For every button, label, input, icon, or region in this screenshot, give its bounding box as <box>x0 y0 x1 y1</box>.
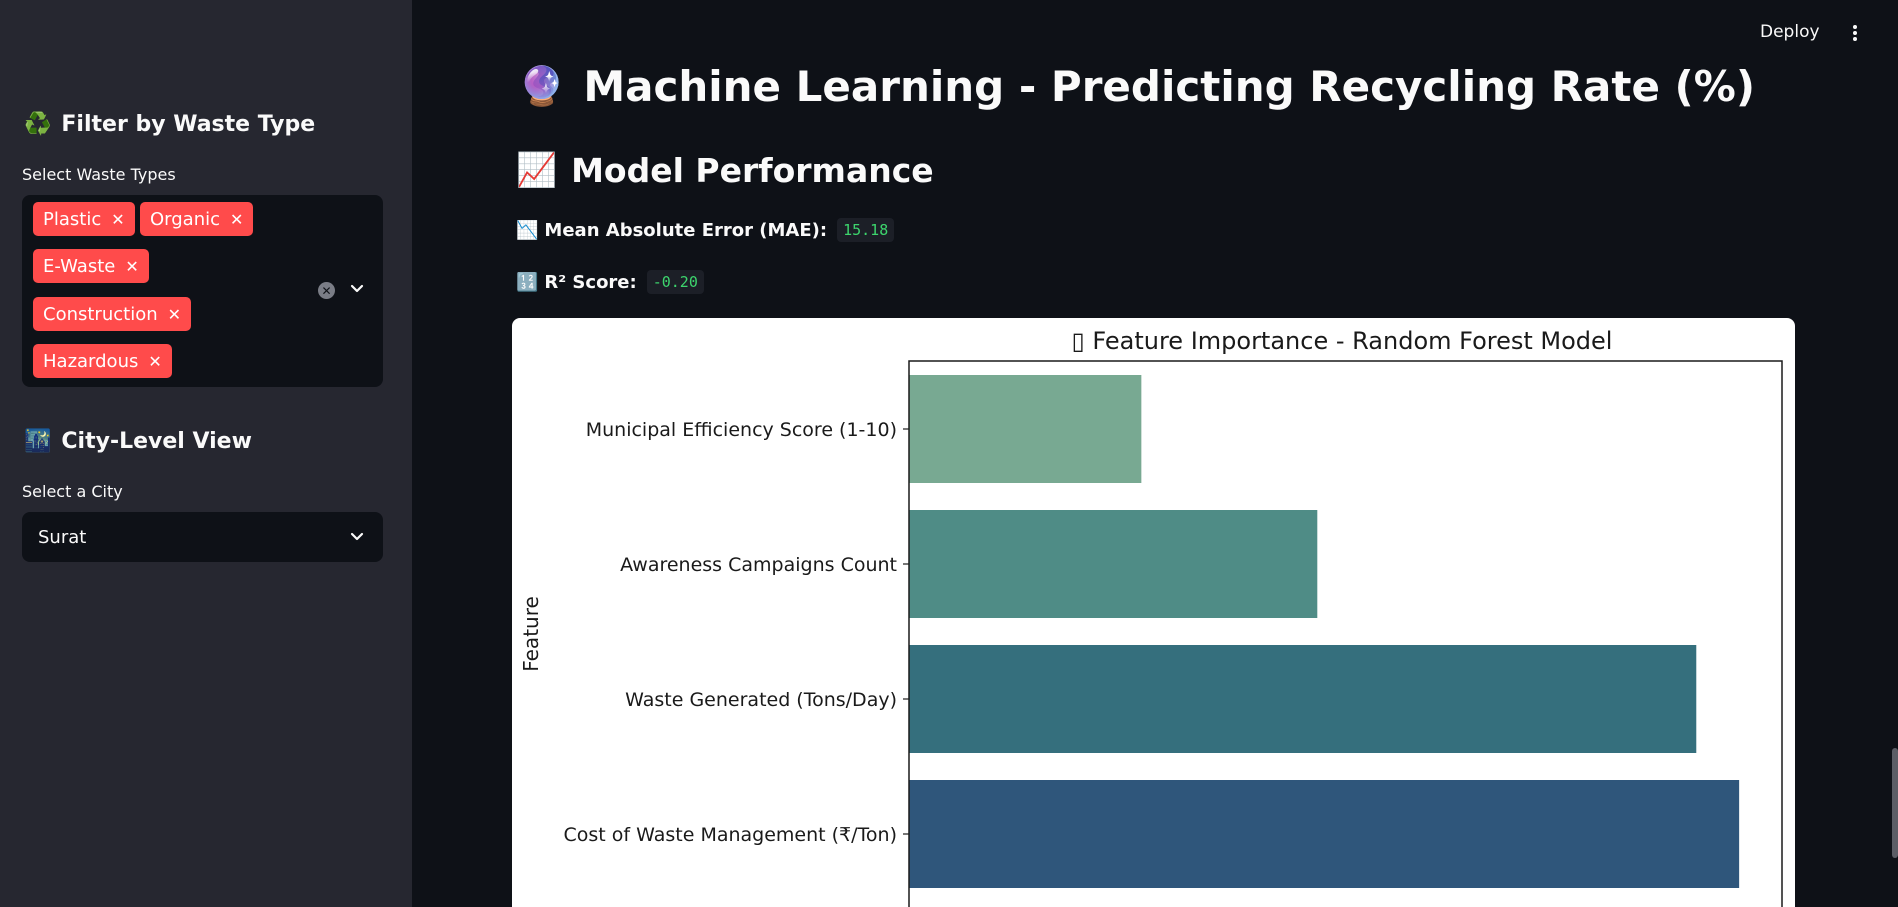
waste-type-multiselect[interactable]: Plastic ✕ Organic ✕ E-Waste ✕ Constructi… <box>22 195 383 387</box>
sidebar: ♻️ Filter by Waste Type Select Waste Typ… <box>0 0 412 907</box>
waste-types-label: Select Waste Types <box>22 165 176 184</box>
chevron-down-icon <box>350 532 364 541</box>
remove-chip-icon[interactable]: ✕ <box>230 210 243 229</box>
chart-increasing-icon: 📈 <box>516 150 558 189</box>
bar <box>909 780 1740 888</box>
remove-chip-icon[interactable]: ✕ <box>125 257 138 276</box>
chart-title: ▯ Feature Importance - Random Forest Mod… <box>1072 327 1613 355</box>
y-tick-label: Cost of Waste Management (₹/Ton) <box>564 824 897 846</box>
y-tick-label: Waste Generated (Tons/Day) <box>625 689 897 711</box>
r2-value: -0.20 <box>646 270 704 294</box>
chip-construction: Construction ✕ <box>33 297 192 331</box>
chip-organic: Organic ✕ <box>140 202 254 236</box>
numbers-icon: 🔢 <box>516 271 539 293</box>
chart-decreasing-icon: 📉 <box>516 219 539 241</box>
mae-metric: 📉 Mean Absolute Error (MAE): 15.18 <box>516 218 895 242</box>
remove-chip-icon[interactable]: ✕ <box>168 305 181 324</box>
kebab-menu-icon[interactable] <box>1848 22 1862 44</box>
scrollbar[interactable] <box>1892 748 1898 858</box>
section-title-text: Model Performance <box>571 150 934 190</box>
chip-label: E-Waste <box>43 255 116 277</box>
crystal-ball-icon: 🔮 <box>518 64 566 108</box>
city-icon: 🌃 <box>24 429 52 454</box>
chip-label: Hazardous <box>43 350 139 372</box>
chip-label: Plastic <box>43 208 102 230</box>
recycle-icon: ♻️ <box>24 112 52 137</box>
bars-group <box>909 375 1740 888</box>
mae-value: 15.18 <box>837 218 895 242</box>
city-view-title: City-Level View <box>61 429 252 454</box>
y-tick-labels: Municipal Efficiency Score (1-10) Awarene… <box>564 419 909 846</box>
r2-metric: 🔢 R² Score: -0.20 <box>516 270 704 294</box>
feature-importance-chart: ▯ Feature Importance - Random Forest Mod… <box>512 318 1795 907</box>
bar <box>909 375 1142 483</box>
deploy-button[interactable]: Deploy <box>1760 22 1820 42</box>
page-title-text: Machine Learning - Predicting Recycling … <box>583 62 1756 111</box>
y-axis-label: Feature <box>519 596 543 672</box>
chip-hazardous: Hazardous ✕ <box>33 344 172 378</box>
chip-label: Construction <box>43 303 158 325</box>
city-select-label: Select a City <box>22 482 123 501</box>
page-title: 🔮 Machine Learning - Predicting Recyclin… <box>518 62 1755 111</box>
clear-all-icon[interactable]: ✕ <box>318 282 335 299</box>
chart-svg: ▯ Feature Importance - Random Forest Mod… <box>519 327 1783 907</box>
section-title: 📈 Model Performance <box>516 150 934 190</box>
remove-chip-icon[interactable]: ✕ <box>148 352 161 371</box>
city-select-value: Surat <box>38 526 87 548</box>
chip-label: Organic <box>150 208 221 230</box>
city-select[interactable]: Surat <box>22 512 383 562</box>
chip-e-waste: E-Waste ✕ <box>33 249 149 283</box>
y-tick-label: Awareness Campaigns Count <box>620 554 897 576</box>
bar <box>909 510 1318 618</box>
remove-chip-icon[interactable]: ✕ <box>111 210 124 229</box>
mae-label: Mean Absolute Error (MAE): <box>544 219 828 241</box>
bar <box>909 645 1697 753</box>
waste-filter-title: Filter by Waste Type <box>61 112 316 137</box>
waste-filter-heading: ♻️ Filter by Waste Type <box>24 112 315 137</box>
chip-plastic: Plastic ✕ <box>33 202 135 236</box>
r2-label: R² Score: <box>544 271 637 293</box>
city-view-heading: 🌃 City-Level View <box>24 429 252 454</box>
y-tick-label: Municipal Efficiency Score (1-10) <box>586 419 897 441</box>
chevron-down-icon[interactable] <box>347 279 367 299</box>
